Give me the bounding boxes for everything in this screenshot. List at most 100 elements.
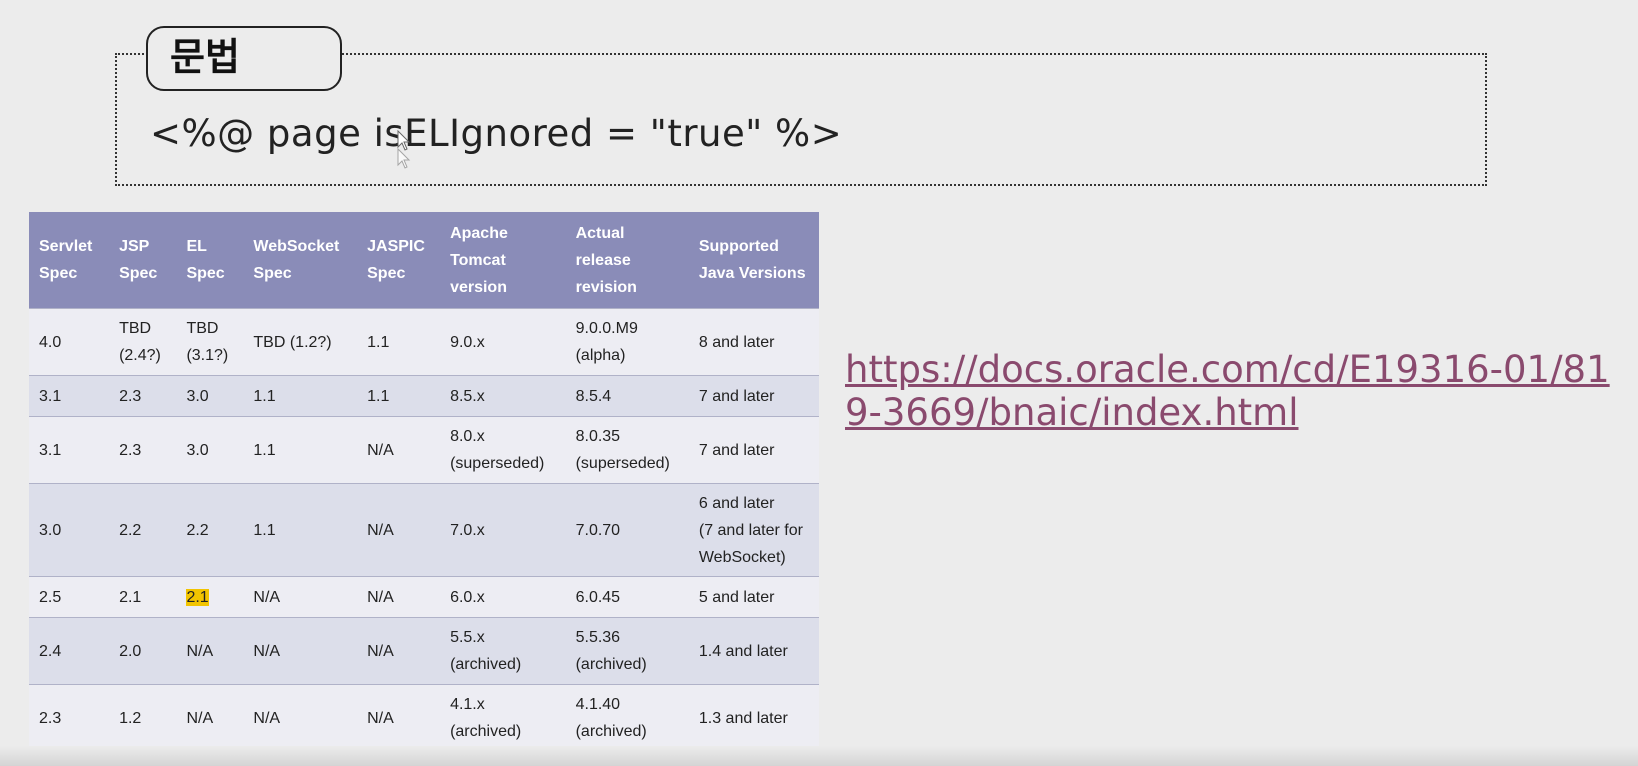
table-cell: 4.1.40 (archived)	[565, 684, 689, 751]
table-cell: N/A	[357, 483, 441, 577]
cell-text: 1.1	[367, 387, 390, 405]
table-cell: 8.5.4	[565, 375, 689, 417]
cell-text: 5.5.x	[450, 629, 485, 646]
column-header: JSP Spec	[109, 212, 177, 309]
cell-text: (3.1?)	[186, 347, 229, 364]
table-cell: 4.0	[29, 308, 110, 376]
table-cell: 2.2	[109, 483, 177, 577]
cell-text: 1.2	[119, 709, 142, 727]
cell-text: 3.0	[186, 441, 209, 459]
column-header-line: Servlet	[39, 238, 93, 255]
table-cell: 1.2	[109, 684, 177, 751]
column-header-line: Actual	[575, 224, 625, 242]
table-cell: 3.0	[29, 483, 110, 577]
cell-text: 3.0	[39, 521, 62, 539]
table-cell: N/A	[176, 684, 244, 751]
table-row: 3.1 2.3 3.0 1.1 N/A 8.0.x (superseded) 8.0.35 (s…	[29, 416, 819, 484]
column-header-line: EL	[186, 238, 207, 255]
cell-text: 6.0.45	[575, 588, 621, 606]
column-header-line: release	[575, 251, 631, 269]
column-header-line: JASPIC	[367, 238, 425, 255]
table-cell: 7.0.70	[565, 483, 689, 577]
table-cell: 7.0.x	[440, 483, 566, 577]
cell-text: 8.5.x	[450, 387, 485, 405]
table-cell: TBD (3.1?)	[176, 308, 244, 376]
table-cell: 8.0.35 (superseded)	[565, 416, 689, 484]
cell-text: 6 and later	[698, 494, 775, 512]
table-cell: 1.1	[243, 375, 358, 417]
cell-text: 2.3	[39, 709, 62, 727]
cell-text: WebSocket)	[698, 548, 786, 566]
cell-text: N/A	[253, 588, 281, 606]
table-cell: 2.4	[29, 617, 110, 685]
cell-text: 8.0.x	[450, 428, 485, 445]
cell-text: 8 and later	[698, 333, 775, 351]
cell-text: N/A	[367, 642, 394, 660]
table-cell: 2.3	[109, 416, 177, 484]
cell-text: N/A	[186, 642, 214, 660]
cell-text: (archived)	[575, 723, 647, 740]
table-row: 2.4 2.0 N/A N/A N/A 5.5.x (archived) 5.5.36 (arc…	[29, 617, 819, 685]
cell-text: 4.0	[39, 333, 62, 351]
table-cell: N/A	[357, 416, 441, 484]
oracle-docs-link[interactable]: https://docs.oracle.com/cd/E19316-01/819…	[845, 348, 1625, 434]
table-cell: 1.1	[357, 308, 441, 376]
column-header-line: Supported	[698, 238, 779, 255]
column-header-line: Spec	[39, 265, 78, 282]
column-header-line: JSP	[119, 238, 150, 255]
table-cell: 3.1	[29, 416, 110, 484]
column-header: Supported Java Versions	[688, 212, 819, 309]
column-header: JASPIC Spec	[357, 212, 441, 309]
mouse-cursor-icon	[397, 130, 411, 169]
cell-text: 1.1	[367, 333, 390, 351]
column-header-line: Java Versions	[698, 265, 806, 282]
table-row: 2.5 2.1 2.1 N/A N/A 6.0.x 6.0.45 5 and later	[29, 576, 819, 618]
cell-text: TBD	[186, 320, 219, 337]
cell-text: 4.1.40	[575, 696, 621, 713]
column-header-line: Spec	[253, 265, 292, 282]
cell-text: 2.2	[186, 521, 209, 539]
table-cell: 4.1.x (archived)	[440, 684, 566, 751]
column-header-line: Apache	[450, 224, 508, 242]
cell-text: 5 and later	[698, 588, 775, 606]
cell-text: (7 and later for	[698, 521, 803, 539]
table-cell: N/A	[176, 617, 244, 685]
table-cell: 2.1	[109, 576, 177, 618]
table-cell: 9.0.0.M9 (alpha)	[565, 308, 689, 376]
cell-text: TBD	[119, 320, 152, 337]
cell-text: 8.0.35	[575, 428, 621, 445]
column-header-line: revision	[575, 278, 637, 296]
table-cell: N/A	[357, 576, 441, 618]
table-body: 4.0 TBD (2.4?) TBD (3.1?) TBD (1.2?) 1.1 9.0.x 9…	[29, 308, 819, 751]
table-cell: 5 and later	[688, 576, 819, 618]
table-cell: 2.2	[176, 483, 244, 577]
table-cell: 2.1	[176, 576, 244, 618]
table-cell: TBD (1.2?)	[243, 308, 358, 376]
table-cell: 1.1	[357, 375, 441, 417]
cell-text: N/A	[367, 441, 394, 459]
table-cell: 9.0.x	[440, 308, 566, 376]
cell-text: 1.4 and later	[698, 642, 788, 660]
cell-text: 9.0.x	[450, 333, 485, 351]
table-cell: 6 and later (7 and later for WebSocket)	[688, 483, 819, 577]
cell-text: 4.1.x	[450, 696, 485, 713]
cell-text: 2.1	[186, 588, 209, 606]
cell-text: 7 and later	[698, 387, 775, 405]
table-cell: N/A	[243, 617, 358, 685]
cell-text: (archived)	[575, 656, 647, 673]
cell-text: (archived)	[450, 723, 522, 740]
cell-text: 2.1	[119, 588, 142, 606]
cell-text: 7 and later	[698, 441, 775, 459]
table-cell: 1.1	[243, 483, 358, 577]
cell-text: 1.3 and later	[698, 709, 788, 727]
cell-text: N/A	[367, 588, 394, 606]
version-table: Servlet Spec JSP Spec EL Spec WebSocket Spec JAS…	[29, 212, 819, 751]
table-cell: TBD (2.4?)	[109, 308, 177, 376]
table-cell: 1.3 and later	[688, 684, 819, 751]
table-row: 4.0 TBD (2.4?) TBD (3.1?) TBD (1.2?) 1.1 9.0.x 9…	[29, 308, 819, 376]
cell-text: 7.0.x	[450, 521, 485, 539]
table-row: 3.1 2.3 3.0 1.1 1.1 8.5.x 8.5.4 7 and later	[29, 375, 819, 417]
cell-text: (2.4?)	[119, 347, 161, 364]
cell-text: N/A	[367, 709, 394, 727]
table-cell: 2.3	[29, 684, 110, 751]
